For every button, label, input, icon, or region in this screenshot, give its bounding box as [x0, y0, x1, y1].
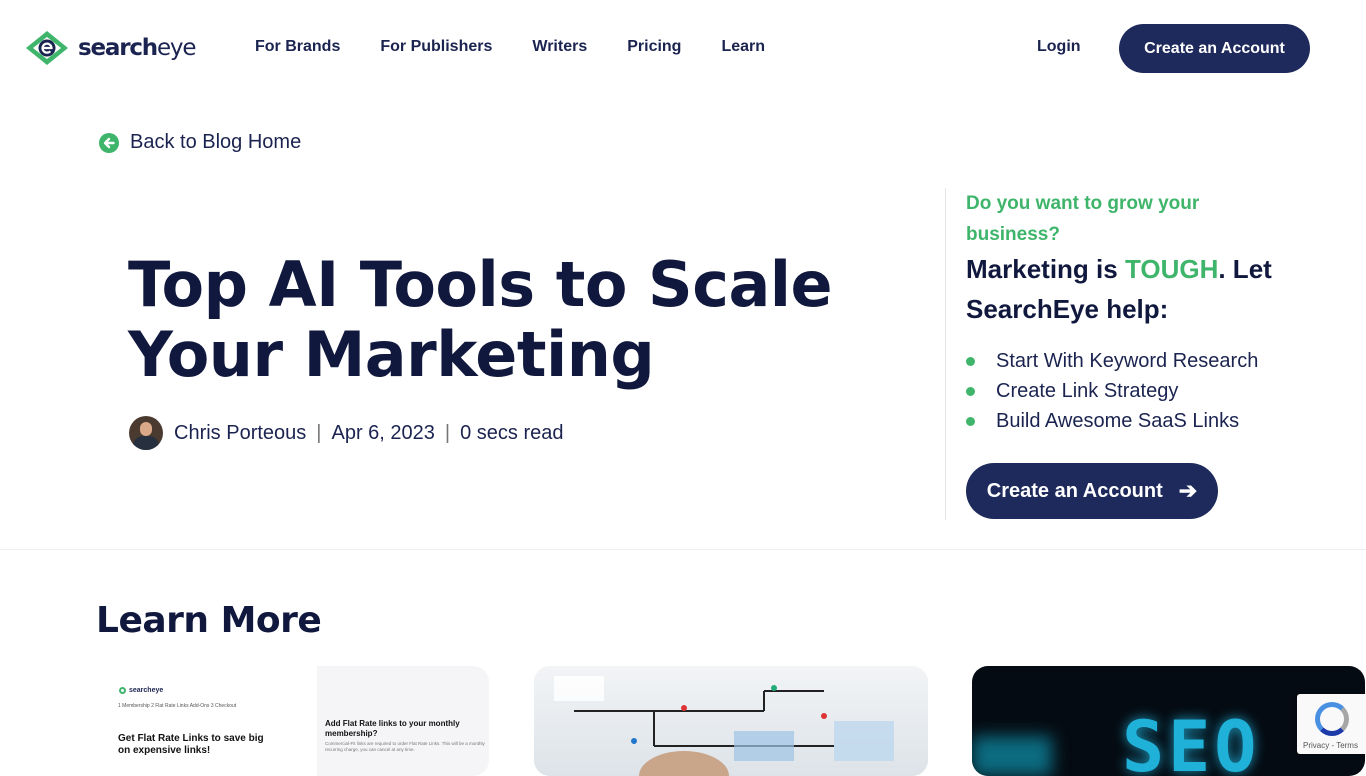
- mini-logo: searcheye: [119, 687, 163, 694]
- sidebar-create-account-button[interactable]: Create an Account ➔: [966, 463, 1218, 519]
- learn-more-heading: Learn More: [96, 600, 322, 641]
- bullet-icon: [966, 356, 975, 366]
- nav-for-brands[interactable]: For Brands: [255, 38, 340, 56]
- read-time: 0 secs read: [460, 421, 564, 444]
- sidebar-benefits-list: Start With Keyword Research Create Link …: [966, 346, 1258, 436]
- learn-more-card-flat-rate[interactable]: searcheye 1 Membership 2 Flat Rate Links…: [96, 666, 489, 776]
- bullet-icon: [966, 416, 975, 426]
- recaptcha-icon: [1315, 702, 1349, 736]
- card-thumbnail-left: searcheye 1 Membership 2 Flat Rate Links…: [96, 666, 317, 776]
- list-item: Start With Keyword Research: [966, 346, 1258, 376]
- recaptcha-badge[interactable]: Privacy - Terms: [1297, 694, 1366, 754]
- sidebar-question: Do you want to grow your business?: [966, 193, 1200, 245]
- arrow-right-icon: ➔: [1178, 478, 1198, 503]
- list-item: Build Awesome SaaS Links: [966, 406, 1258, 436]
- mini-steps: 1 Membership 2 Flat Rate Links Add-Ons 3…: [118, 703, 237, 709]
- author-name[interactable]: Chris Porteous: [174, 422, 306, 445]
- arrow-left-circle-icon: [99, 132, 119, 153]
- nav-pricing[interactable]: Pricing: [627, 38, 681, 56]
- logo-text: searcheye: [78, 35, 196, 61]
- meta-divider: |: [444, 421, 451, 444]
- author-avatar: [129, 416, 163, 450]
- eye-logo-icon: [26, 31, 68, 65]
- sidebar-headline: Marketing is TOUGH. Let SearchEye help:: [966, 254, 1272, 324]
- article-title: Top AI Tools to Scale Your Marketing: [128, 248, 833, 391]
- article-date: Apr 6, 2023: [331, 421, 435, 444]
- top-navigation: searcheye For Brands For Publishers Writ…: [0, 0, 1366, 96]
- meta-divider: |: [316, 421, 322, 444]
- seo-image-text: SEO: [1122, 706, 1261, 776]
- card-image: [534, 666, 928, 776]
- article-meta: Chris Porteous | Apr 6, 2023 | 0 secs re…: [129, 416, 564, 450]
- recaptcha-text[interactable]: Privacy - Terms: [1303, 741, 1358, 750]
- create-account-button[interactable]: Create an Account: [1119, 24, 1310, 73]
- strategy-board-image: [554, 676, 894, 776]
- searcheye-logo[interactable]: searcheye: [24, 28, 196, 68]
- list-item: Create Link Strategy: [966, 376, 1258, 406]
- nav-for-publishers[interactable]: For Publishers: [380, 38, 492, 56]
- learn-more-card-strategy-board[interactable]: [534, 666, 928, 776]
- nav-learn[interactable]: Learn: [721, 38, 765, 56]
- back-to-blog-link[interactable]: Back to Blog Home: [99, 131, 301, 154]
- bullet-icon: [966, 386, 975, 396]
- login-link[interactable]: Login: [1037, 38, 1081, 56]
- nav-writers[interactable]: Writers: [532, 38, 587, 56]
- card-headline: Get Flat Rate Links to save big on expen…: [118, 733, 264, 756]
- glow-decor: [972, 736, 1052, 776]
- sidebar-divider: [945, 188, 946, 520]
- section-divider: [0, 549, 1366, 550]
- nav-links: For Brands For Publishers Writers Pricin…: [255, 38, 765, 56]
- back-link-label: Back to Blog Home: [130, 131, 302, 153]
- card-description: Commercial-Fit links are required to ord…: [325, 741, 485, 752]
- card-thumbnail-right: Add Flat Rate links to your monthly memb…: [317, 666, 489, 776]
- card-subheadline: Add Flat Rate links to your monthly memb…: [325, 719, 460, 738]
